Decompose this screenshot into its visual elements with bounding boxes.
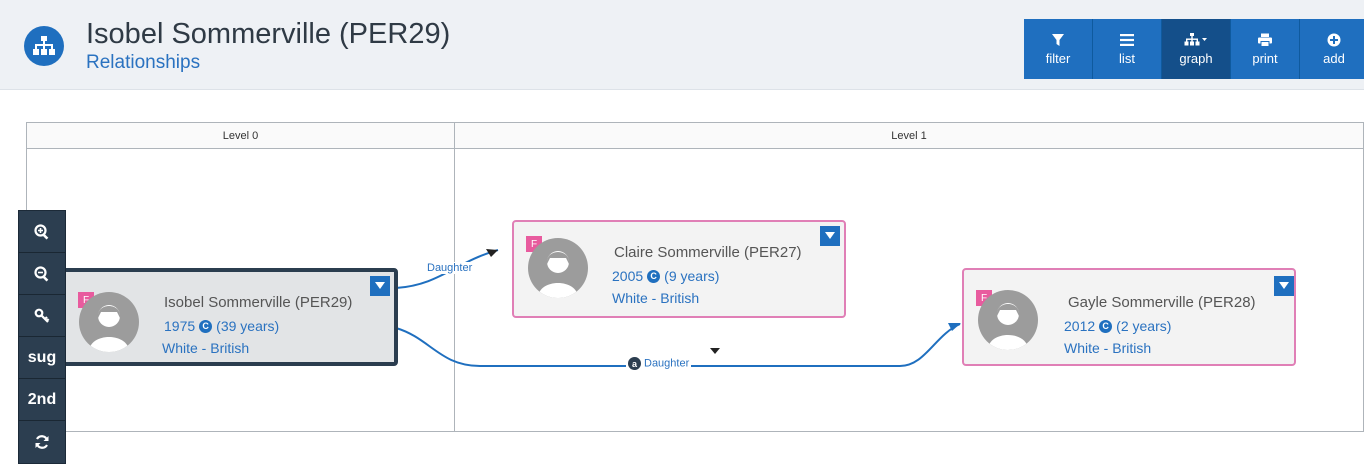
- person-name: Claire Sommerville (PER27): [614, 244, 802, 261]
- adopted-badge-icon: a: [628, 357, 641, 370]
- zoom-out-button[interactable]: [19, 253, 65, 295]
- refresh-icon: [35, 435, 49, 449]
- list-button-label: list: [1119, 50, 1135, 66]
- person-age: (2 years): [1116, 318, 1172, 334]
- caret-down-icon: [1279, 282, 1289, 289]
- add-button[interactable]: add: [1300, 19, 1364, 79]
- caret-down-icon: [825, 232, 835, 239]
- plus-circle-icon: [1327, 33, 1341, 46]
- zoom-out-icon: [34, 265, 49, 282]
- print-icon: [1258, 33, 1272, 47]
- refresh-button[interactable]: [19, 421, 65, 463]
- list-icon: [1120, 33, 1134, 46]
- birth-icon: C: [199, 319, 213, 333]
- view-toolbar: filter list graph print add: [1024, 19, 1364, 79]
- edge-label-daughter: Daughter: [425, 262, 475, 274]
- edge-label-text: Daughter: [644, 357, 690, 370]
- filter-button-label: filter: [1045, 50, 1071, 66]
- filter-button[interactable]: filter: [1024, 19, 1092, 79]
- person-dob: 2005 C (9 years): [612, 268, 719, 284]
- page-subtitle: Relationships: [86, 52, 201, 73]
- page-header: Isobel Sommerville (PER29) Relationships…: [0, 0, 1364, 90]
- person-card-gayle[interactable]: F Gayle Sommerville (PER28) 2012 C (2 ye…: [962, 268, 1296, 366]
- person-avatar-icon: [528, 238, 588, 298]
- dob-year: 1975: [164, 318, 196, 334]
- person-age: (39 years): [216, 318, 280, 334]
- suggestions-button[interactable]: sug: [19, 337, 65, 379]
- person-ethnicity: White - British: [612, 290, 700, 306]
- edge-dropdown-caret[interactable]: [710, 348, 720, 354]
- person-card-isobel[interactable]: F Isobel Sommerville (PER29) 1975 C (39 …: [60, 268, 398, 366]
- birth-icon: C: [1099, 319, 1113, 333]
- second-degree-button[interactable]: 2nd: [19, 379, 65, 421]
- graph-zoom-toolbar: sug 2nd: [18, 210, 66, 464]
- level-0-header: Level 0: [27, 123, 454, 149]
- person-ethnicity: White - British: [1064, 340, 1152, 356]
- key-button[interactable]: [19, 295, 65, 337]
- sitemap-icon: [24, 26, 64, 66]
- card-dropdown-button[interactable]: [370, 276, 390, 296]
- person-name: Isobel Sommerville (PER29): [164, 294, 353, 311]
- person-card-claire[interactable]: F Claire Sommerville (PER27) 2005 C (9 y…: [512, 220, 846, 318]
- print-button-label: print: [1252, 50, 1278, 66]
- level-1-header: Level 1: [455, 123, 1363, 149]
- person-dob: 1975 C (39 years): [164, 318, 279, 334]
- card-dropdown-button[interactable]: [1274, 276, 1294, 296]
- birth-icon: C: [647, 269, 661, 283]
- zoom-in-button[interactable]: [19, 211, 65, 253]
- caret-down-icon: [375, 282, 385, 289]
- person-ethnicity: White - British: [162, 340, 250, 356]
- person-name: Gayle Sommerville (PER28): [1068, 294, 1256, 311]
- dob-year: 2005: [612, 268, 644, 284]
- key-icon: [34, 308, 50, 323]
- edge-label-daughter-2: a Daughter: [626, 357, 692, 370]
- dob-year: 2012: [1064, 318, 1096, 334]
- person-dob: 2012 C (2 years): [1064, 318, 1171, 334]
- card-dropdown-button[interactable]: [820, 226, 840, 246]
- graph-button[interactable]: graph: [1162, 19, 1230, 79]
- person-age: (9 years): [664, 268, 720, 284]
- relationships-app: Isobel Sommerville (PER29) Relationships…: [0, 0, 1364, 470]
- list-button[interactable]: list: [1093, 19, 1161, 79]
- print-button[interactable]: print: [1231, 19, 1299, 79]
- graph-button-label: graph: [1179, 50, 1213, 66]
- person-avatar-icon: [978, 290, 1038, 350]
- page-title: Isobel Sommerville (PER29): [86, 18, 451, 50]
- sitemap-dropdown-icon: [1184, 32, 1207, 45]
- filter-icon: [1052, 33, 1064, 46]
- add-button-label: add: [1323, 50, 1345, 66]
- zoom-in-icon: [34, 223, 49, 240]
- person-avatar-icon: [79, 292, 139, 352]
